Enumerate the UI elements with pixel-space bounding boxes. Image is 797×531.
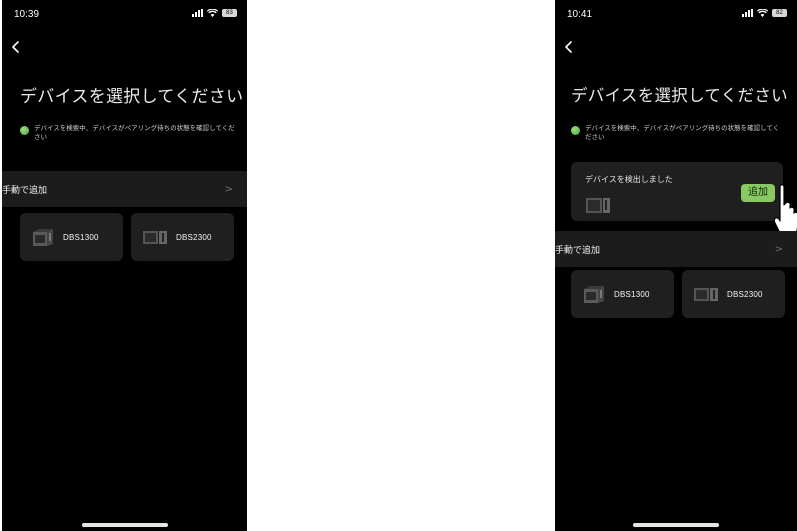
signal-icon [192,9,203,17]
battery-icon: 83 [222,9,237,17]
model-card-dbs1300[interactable]: DBS1300 [20,213,123,261]
chevron-right-icon: > [224,183,233,195]
status-icons: 82 [742,9,787,17]
wifi-icon [207,9,218,17]
detected-device-card[interactable]: デバイスを検出しました 追加 [571,162,783,221]
add-button[interactable]: 追加 [741,184,775,202]
home-indicator [81,523,168,527]
power-station-icon [582,284,606,304]
back-icon[interactable] [563,40,579,56]
status-time: 10:41 [567,9,593,20]
manual-add-label: 手動で追加 [2,185,48,196]
model-card-dbs1300[interactable]: DBS1300 [571,270,674,318]
model-card-dbs2300[interactable]: DBS2300 [131,213,234,261]
model-card-dbs2300[interactable]: DBS2300 [682,270,785,318]
power-station-icon [31,227,55,247]
power-station-icon [142,228,168,246]
power-station-icon [585,195,611,219]
power-station-icon [693,285,719,303]
page-title: デバイスを選択してください [20,87,244,107]
model-label: DBS2300 [727,289,763,299]
detected-device-title: デバイスを検出しました [585,175,673,184]
search-hint-text: デバイスを検索中、デバイスがペアリング待ちの状態を確認してください [585,124,780,141]
search-hint-text: デバイスを検索中、デバイスがペアリング待ちの状態を確認してください [34,124,235,141]
green-dot-icon [20,126,29,135]
model-grid: DBS1300 DBS2300 [571,270,785,318]
model-label: DBS1300 [63,232,99,242]
status-icons: 83 [192,9,237,17]
status-time: 10:39 [14,9,40,20]
manual-add-row[interactable]: 手動で追加 > [555,231,797,267]
home-indicator [633,523,719,527]
search-status: デバイスを検索中、デバイスがペアリング待ちの状態を確認してください [571,124,785,141]
chevron-right-icon: > [774,243,783,255]
search-status: デバイスを検索中、デバイスがペアリング待ちの状態を確認してください [20,124,239,141]
model-label: DBS2300 [176,232,212,242]
manual-add-row[interactable]: 手動で追加 > [2,171,247,207]
green-dot-icon [571,126,580,135]
status-bar: 10:41 82 [555,0,797,32]
wifi-icon [757,9,768,17]
manual-add-label: 手動で追加 [555,245,601,256]
battery-icon: 82 [772,9,787,17]
phone-screen-right: 10:41 82 デバイスを選択してください デバイスを検索中、デバイスがペアリ… [555,0,797,531]
back-icon[interactable] [10,40,26,56]
phone-screen-left: 10:39 83 デバイスを選択してください デバイスを検索中、デバイスがペアリ… [2,0,247,531]
page-title: デバイスを選択してください [571,86,788,105]
model-label: DBS1300 [614,289,650,299]
model-grid: DBS1300 DBS2300 [20,213,234,261]
status-bar: 10:39 83 [2,0,247,32]
signal-icon [742,9,753,17]
